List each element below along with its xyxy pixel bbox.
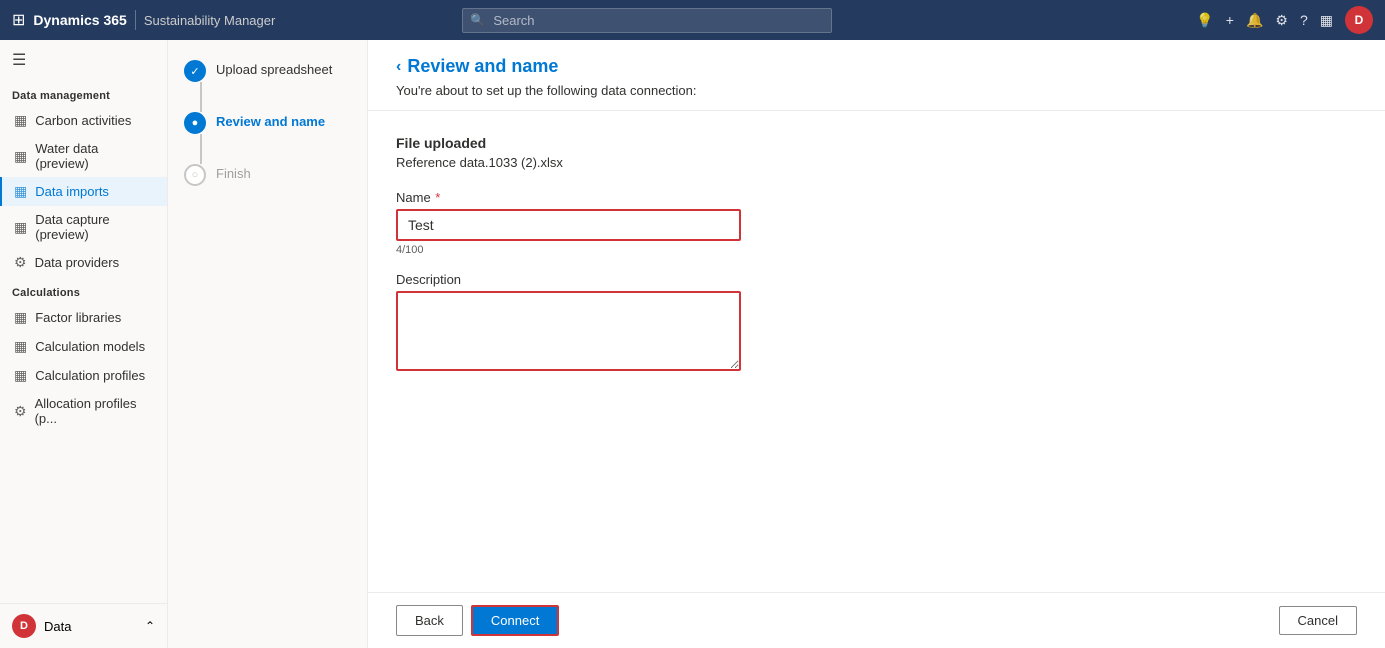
stepper-line-2 (200, 134, 202, 164)
back-link[interactable]: ‹ Review and name (396, 56, 1357, 77)
calculation-models-icon: ▦ (14, 338, 27, 355)
water-data-icon: ▦ (14, 148, 27, 165)
lightbulb-icon[interactable]: 💡 (1196, 12, 1213, 29)
help-icon[interactable]: ? (1300, 12, 1308, 28)
footer-chevron: ⌃ (145, 619, 155, 633)
sidebar-item-calculation-profiles[interactable]: ▦ Calculation profiles (0, 361, 167, 390)
stepper-label-upload: Upload spreadsheet (216, 60, 332, 79)
bell-icon[interactable]: 🔔 (1246, 12, 1263, 29)
back-arrow-icon: ‹ (396, 58, 401, 76)
hamburger-button[interactable]: ☰ (0, 40, 167, 80)
stepper-circle-finish: ○ (184, 164, 206, 186)
page-subtitle: You're about to set up the following dat… (396, 83, 1357, 98)
sidebar-label-water-data: Water data (preview) (35, 141, 155, 171)
stepper-line-1 (200, 82, 202, 112)
sidebar-item-data-imports[interactable]: ▦ Data imports (0, 177, 167, 206)
description-field-label: Description (396, 272, 1357, 287)
content-header: ‹ Review and name You're about to set up… (368, 40, 1385, 111)
sidebar-footer[interactable]: D Data ⌃ (0, 603, 167, 648)
back-button[interactable]: Back (396, 605, 463, 636)
topbar-brand: ⊞ Dynamics 365 Sustainability Manager (12, 10, 275, 30)
topbar-search-container: 🔍 (462, 8, 832, 33)
footer-label: Data (44, 619, 71, 634)
connect-button[interactable]: Connect (471, 605, 559, 636)
name-input[interactable] (396, 209, 741, 241)
search-icon: 🔍 (470, 13, 485, 27)
factor-libraries-icon: ▦ (14, 309, 27, 326)
name-required-indicator: * (432, 190, 441, 205)
description-input[interactable] (396, 291, 741, 371)
search-input[interactable] (462, 8, 832, 33)
sidebar-label-carbon-activities: Carbon activities (35, 113, 131, 128)
sidebar-item-calculation-models[interactable]: ▦ Calculation models (0, 332, 167, 361)
cancel-button[interactable]: Cancel (1279, 606, 1357, 635)
section-title-calculations: Calculations (0, 277, 167, 303)
sidebar-item-carbon-activities[interactable]: ▦ Carbon activities (0, 106, 167, 135)
footer-left-buttons: Back Connect (396, 605, 559, 636)
sidebar-item-allocation-profiles[interactable]: ⚙ Allocation profiles (p... (0, 390, 167, 432)
settings-icon[interactable]: ⚙ (1275, 12, 1288, 29)
wizard-area: ✓ Upload spreadsheet ● Review and name ○… (168, 40, 1385, 648)
sidebar-label-factor-libraries: Factor libraries (35, 310, 121, 325)
content-footer: Back Connect Cancel (368, 592, 1385, 648)
file-name-display: Reference data.1033 (2).xlsx (396, 155, 1357, 170)
topbar-icons: 💡 + 🔔 ⚙ ? ▦ D (1196, 6, 1373, 34)
allocation-profiles-icon: ⚙ (14, 403, 27, 420)
main-layout: ☰ Data management ▦ Carbon activities ▦ … (0, 40, 1385, 648)
app-name: Sustainability Manager (144, 13, 276, 28)
content-body: File uploaded Reference data.1033 (2).xl… (368, 111, 1385, 592)
waffle-icon[interactable]: ⊞ (12, 10, 25, 30)
brand-name: Dynamics 365 (33, 12, 126, 28)
sidebar-item-water-data[interactable]: ▦ Water data (preview) (0, 135, 167, 177)
sidebar-label-allocation-profiles: Allocation profiles (p... (35, 396, 155, 426)
stepper-panel: ✓ Upload spreadsheet ● Review and name ○… (168, 40, 368, 648)
sidebar-label-data-capture: Data capture (preview) (35, 212, 155, 242)
char-count-display: 4/100 (396, 244, 1357, 256)
sidebar-label-calculation-models: Calculation models (35, 339, 145, 354)
section-title-data-management: Data management (0, 80, 167, 106)
data-capture-icon: ▦ (14, 219, 27, 236)
stepper-item-upload: ✓ Upload spreadsheet (184, 60, 351, 112)
data-imports-icon: ▦ (14, 183, 27, 200)
stepper-label-review: Review and name (216, 112, 325, 131)
panel-icon[interactable]: ▦ (1320, 12, 1333, 29)
sidebar-label-calculation-profiles: Calculation profiles (35, 368, 145, 383)
sidebar: ☰ Data management ▦ Carbon activities ▦ … (0, 40, 168, 648)
topbar-divider (135, 10, 136, 30)
main-content: ‹ Review and name You're about to set up… (368, 40, 1385, 648)
carbon-activities-icon: ▦ (14, 112, 27, 129)
sidebar-label-data-imports: Data imports (35, 184, 109, 199)
data-providers-icon: ⚙ (14, 254, 27, 271)
page-title: Review and name (407, 56, 558, 77)
sidebar-item-data-capture[interactable]: ▦ Data capture (preview) (0, 206, 167, 248)
stepper-item-review: ● Review and name (184, 112, 351, 164)
name-field-label: Name * (396, 190, 1357, 205)
stepper-circle-review: ● (184, 112, 206, 134)
topbar: ⊞ Dynamics 365 Sustainability Manager 🔍 … (0, 0, 1385, 40)
calculation-profiles-icon: ▦ (14, 367, 27, 384)
stepper-label-finish: Finish (216, 164, 251, 183)
footer-avatar: D (12, 614, 36, 638)
stepper-circle-upload: ✓ (184, 60, 206, 82)
add-icon[interactable]: + (1226, 12, 1234, 28)
stepper-item-finish: ○ Finish (184, 164, 351, 186)
sidebar-label-data-providers: Data providers (35, 255, 120, 270)
user-avatar[interactable]: D (1345, 6, 1373, 34)
file-uploaded-label: File uploaded (396, 135, 1357, 151)
sidebar-item-factor-libraries[interactable]: ▦ Factor libraries (0, 303, 167, 332)
sidebar-item-data-providers[interactable]: ⚙ Data providers (0, 248, 167, 277)
